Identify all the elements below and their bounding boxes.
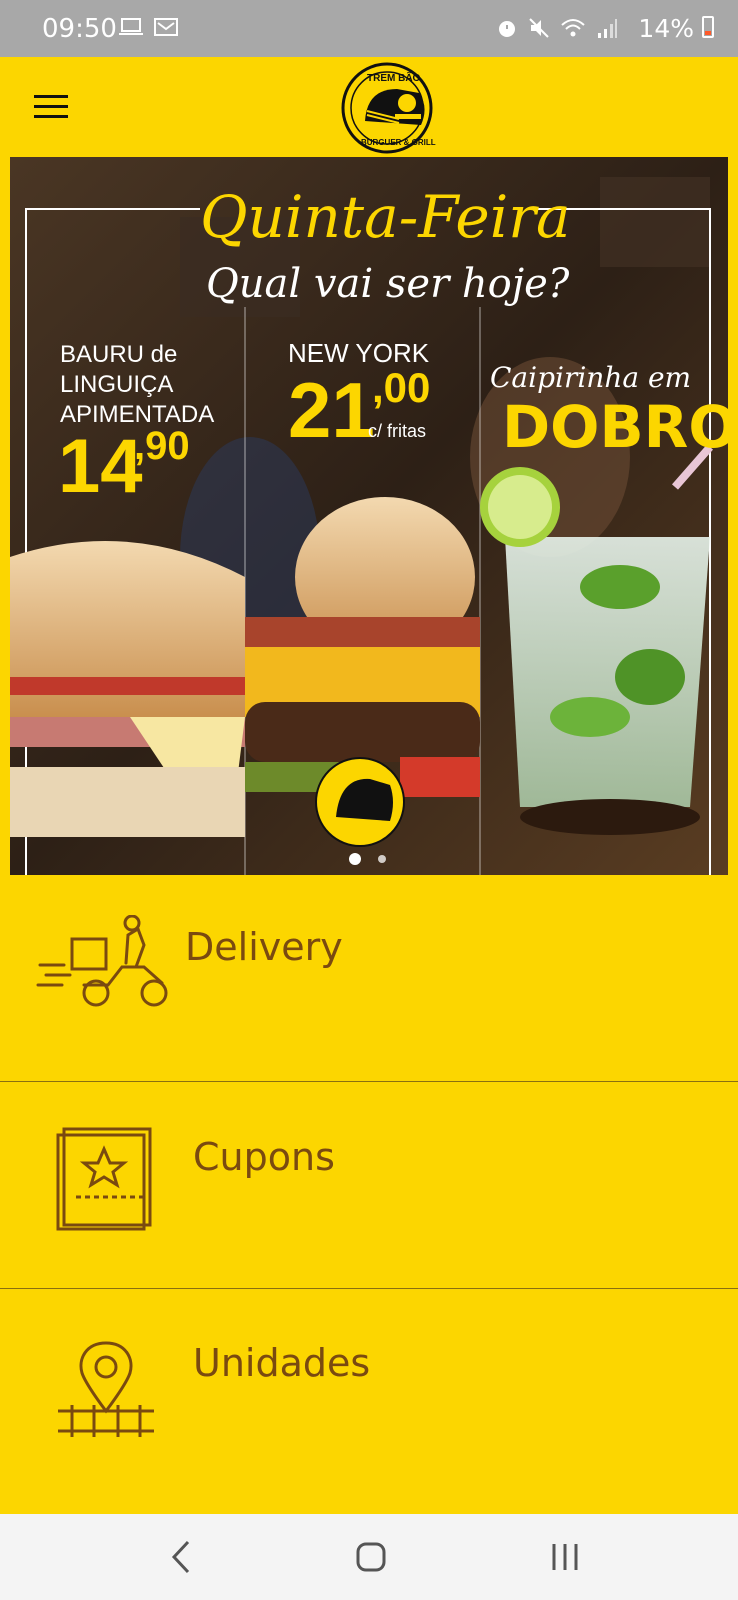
menu-item-delivery[interactable]: Delivery [0, 875, 738, 1082]
menu-item-cupons[interactable]: Cupons [0, 1082, 738, 1289]
menu-label-unidades: Unidades [193, 1341, 371, 1385]
menu-hamburger-icon[interactable] [34, 95, 68, 119]
wifi-icon [561, 19, 585, 37]
app-bar: TREM BÃO BURGUER & GRILL [0, 57, 738, 157]
offer1-price-int: 14 [58, 424, 143, 509]
battery-icon [702, 16, 714, 38]
home-icon[interactable] [352, 1534, 392, 1580]
carousel-dot-active[interactable] [349, 853, 361, 865]
offer2-price-dec: ,00 [372, 364, 430, 411]
mute-icon [529, 18, 549, 38]
location-pin-track-icon [58, 1341, 154, 1437]
alarm-icon [499, 21, 515, 37]
menu-label-cupons: Cupons [193, 1135, 335, 1179]
back-icon[interactable] [168, 1534, 194, 1580]
logo-bottom-text: BURGUER & GRILL [361, 138, 436, 147]
status-time: 09:50 [42, 14, 117, 44]
banner-subtitle: Qual vai ser hoje? [206, 261, 570, 307]
battery-percent: 14% [638, 14, 694, 43]
recent-apps-icon[interactable] [548, 1534, 584, 1580]
coupon-star-icon [56, 1127, 152, 1231]
status-bar: 09:50 14% [0, 0, 738, 57]
promo-banner-carousel[interactable]: Quinta-Feira Qual vai ser hoje? BAURU de… [10, 157, 728, 875]
brand-logo: TREM BÃO BURGUER & GRILL [341, 62, 436, 154]
menu-item-unidades[interactable]: Unidades [0, 1289, 738, 1496]
offer1-line1: BAURU de [60, 341, 177, 368]
offer1-price-dec: ,90 [134, 424, 190, 468]
main-menu: Delivery Cupons Unidades [0, 875, 738, 1496]
offer1-line2: LINGUIÇA [60, 371, 173, 398]
signal-icon [598, 19, 617, 38]
offer3-line1: Caipirinha em [490, 361, 691, 394]
logo-top-text: TREM BÃO [367, 71, 421, 84]
offer2-note: c/ fritas [368, 421, 426, 441]
offer2-price-int: 21 [288, 366, 375, 454]
offer3-line2: DOBRO [502, 393, 728, 461]
laptop-icon [119, 18, 143, 35]
carousel-dot[interactable] [378, 855, 386, 863]
delivery-scooter-icon [36, 915, 168, 1007]
banner-title: Quinta-Feira [200, 183, 571, 251]
email-icon [154, 18, 178, 36]
system-nav-bar [0, 1514, 738, 1600]
menu-label-delivery: Delivery [185, 925, 343, 969]
